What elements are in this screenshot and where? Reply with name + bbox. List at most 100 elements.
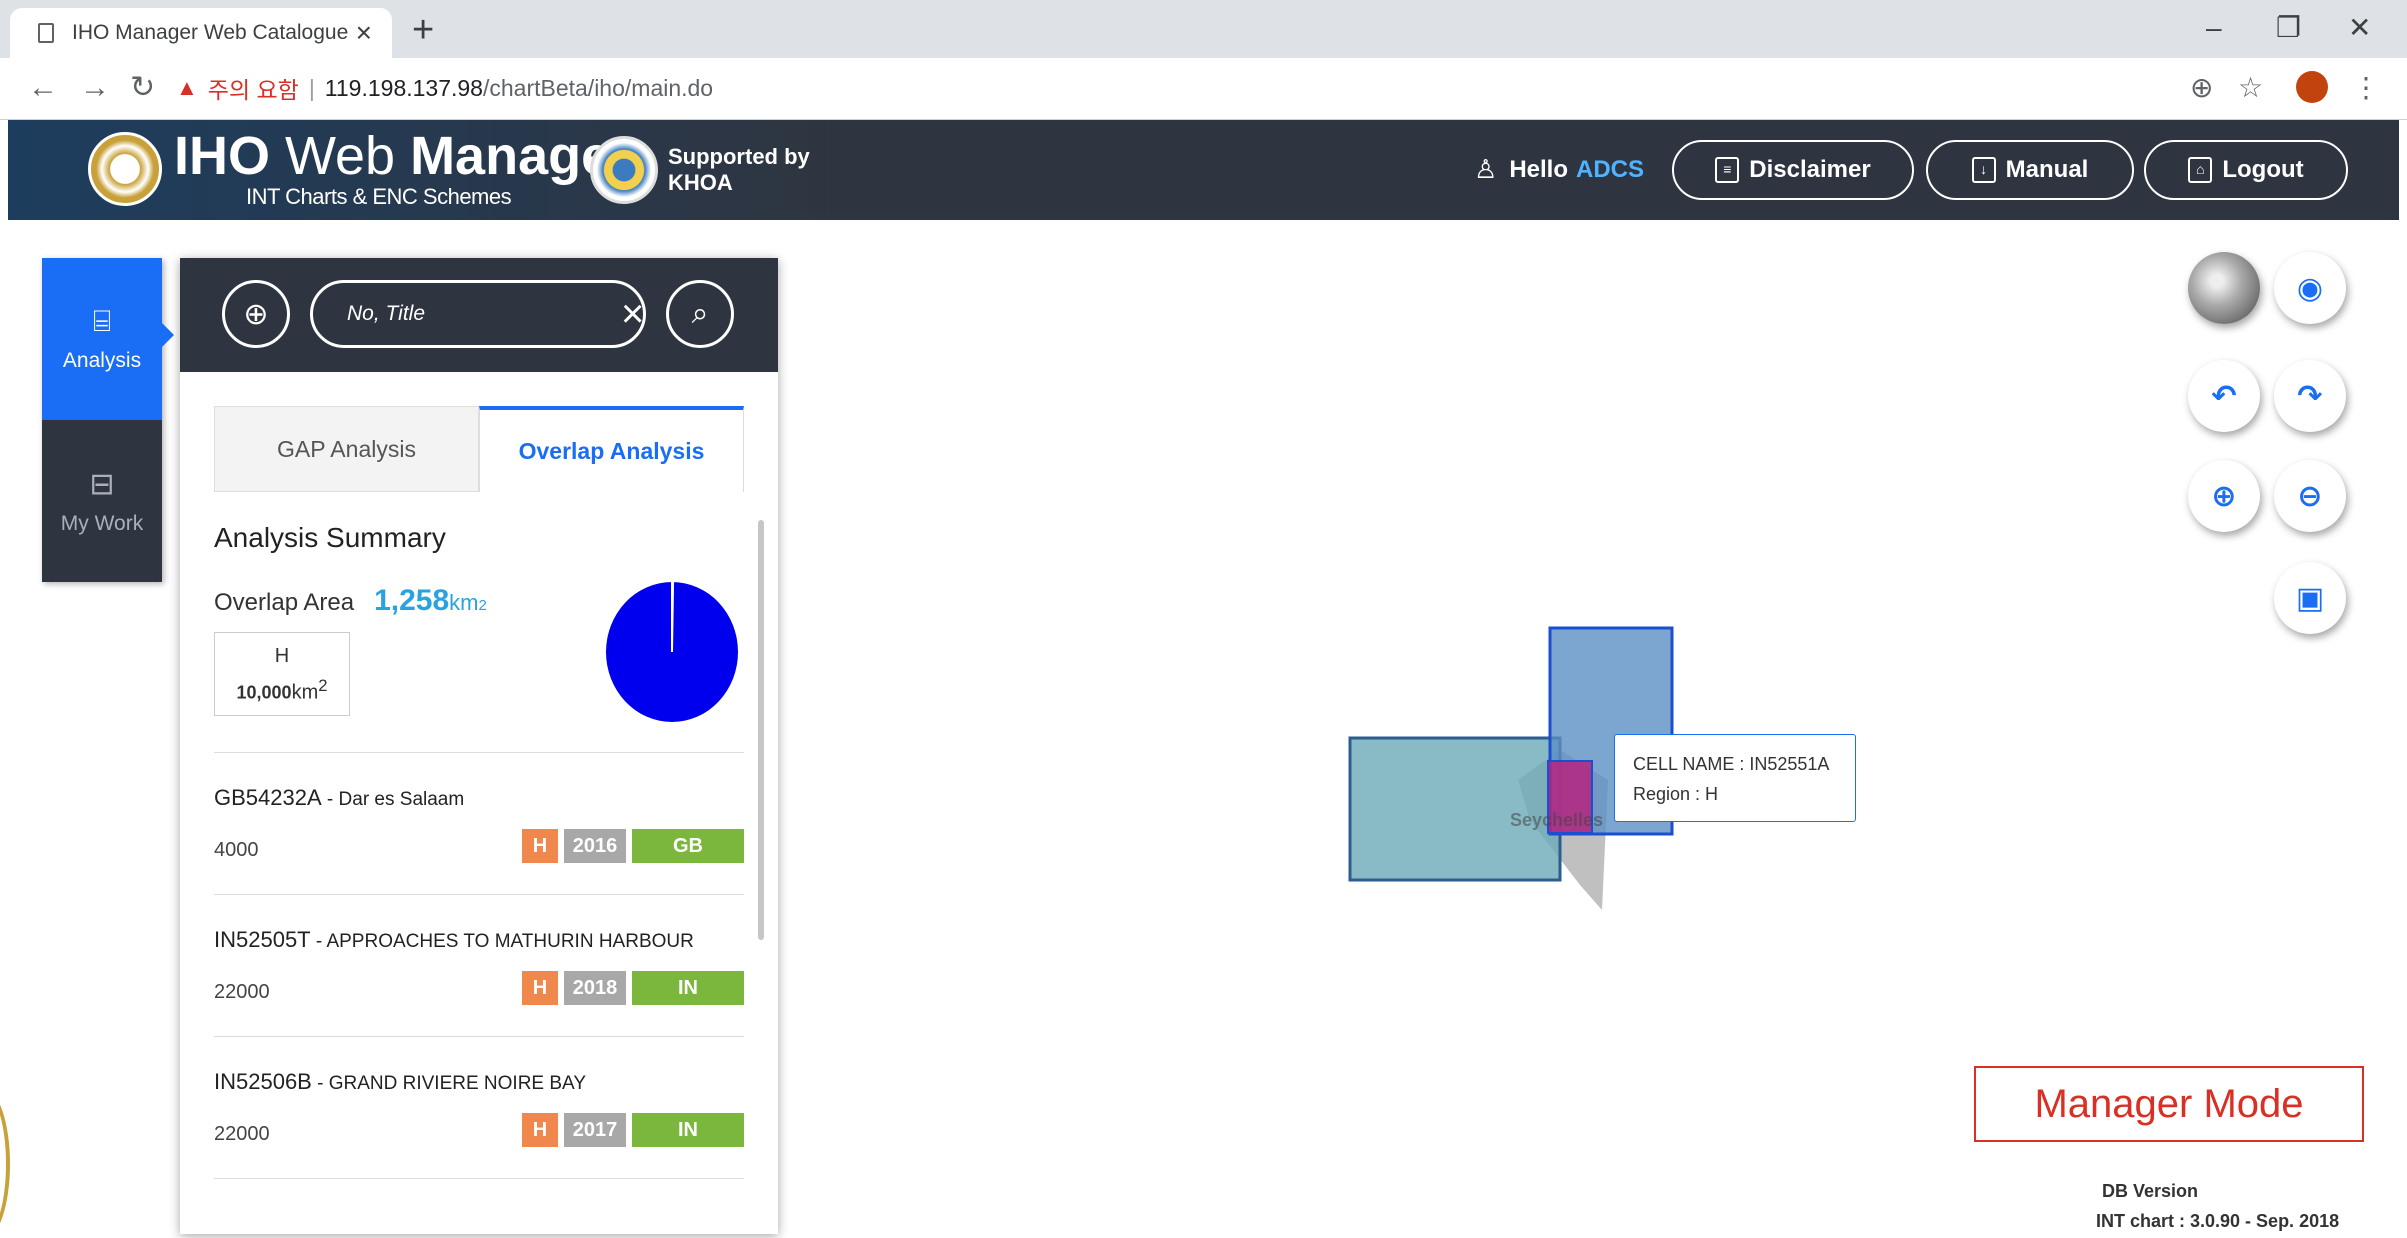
- address-bar[interactable]: ▲ 주의 요함 | 119.198.137.98 /chartBeta/iho/…: [176, 66, 713, 110]
- search-input[interactable]: [347, 302, 621, 326]
- panel-search-bar: ⊕ × ⌕: [180, 258, 778, 372]
- overlap-area-value: 1,258: [374, 584, 450, 617]
- tab-gap-analysis[interactable]: GAP Analysis: [214, 406, 479, 492]
- hello-text: Hello: [1509, 155, 1568, 183]
- disclaimer-label: Disclaimer: [1749, 156, 1871, 183]
- back-icon[interactable]: ←: [28, 68, 58, 108]
- manual-button[interactable]: ↓ Manual: [1926, 140, 2134, 200]
- security-warning[interactable]: 주의 요함: [208, 71, 299, 105]
- new-tab-button[interactable]: +: [412, 10, 434, 50]
- app-header: IHO Web Manager INT Charts & ENC Schemes…: [8, 120, 2399, 220]
- region-badge: H: [522, 829, 558, 863]
- close-icon[interactable]: ×: [356, 19, 372, 47]
- cell-tooltip: CELL NAME : IN52551A Region : H: [1614, 734, 1856, 822]
- active-indicator: [162, 323, 174, 347]
- lock-icon: ⌂: [2188, 157, 2213, 183]
- person-icon: ♙: [1474, 154, 1498, 184]
- logout-label: Logout: [2222, 156, 2304, 183]
- side-nav-my-work[interactable]: ⊟ My Work: [42, 420, 162, 582]
- url-host: 119.198.137.98: [324, 74, 483, 101]
- username: ADCS: [1576, 155, 1645, 183]
- pie-slice-overlap: [671, 580, 675, 653]
- undo-icon[interactable]: ↶: [2188, 360, 2260, 432]
- search-field[interactable]: ×: [310, 280, 646, 348]
- browser-tab[interactable]: IHO Manager Web Catalogue ×: [10, 8, 392, 58]
- cell-polygon-gb[interactable]: [1348, 736, 1562, 882]
- search-icon[interactable]: ⌕: [666, 280, 734, 348]
- side-nav-analysis[interactable]: ⌸ Analysis: [42, 258, 162, 420]
- url-path: /chartBeta/iho/main.do: [482, 74, 714, 101]
- item-code: IN52506B: [214, 1069, 312, 1094]
- year-badge: 2017: [564, 1113, 626, 1147]
- menu-icon[interactable]: ⋮: [2352, 70, 2380, 106]
- supported-by: Supported by KHOA: [668, 144, 810, 196]
- brand-iho: IHO: [174, 126, 271, 186]
- reload-icon[interactable]: ↻: [130, 68, 155, 108]
- profile-avatar[interactable]: [2296, 71, 2328, 103]
- panel-scrollbar[interactable]: [758, 520, 764, 940]
- zoom-in-icon[interactable]: ⊕: [222, 280, 290, 348]
- item-code: GB54232A: [214, 785, 322, 810]
- omnibar: ← → ↻ ▲ 주의 요함 | 119.198.137.98 /chartBet…: [0, 58, 2407, 120]
- list-item[interactable]: GB54232A - Dar es Salaam 4000 H 2016 GB: [214, 752, 744, 894]
- item-desc: - Dar es Salaam: [321, 789, 465, 810]
- chart-list: GB54232A - Dar es Salaam 4000 H 2016 GB …: [214, 752, 744, 1198]
- tooltip-cell-name: CELL NAME : IN52551A: [1633, 754, 1830, 774]
- brand-web: Web: [270, 126, 411, 186]
- side-nav-my-work-label: My Work: [60, 511, 144, 535]
- print-icon[interactable]: ▣: [2274, 562, 2346, 634]
- side-nav: ⌸ Analysis ⊟ My Work: [42, 258, 162, 582]
- region-h-box: H 10,000km2: [214, 632, 350, 716]
- list-item-partial: [214, 1178, 744, 1198]
- restore-icon[interactable]: ❐: [2276, 8, 2301, 48]
- item-code: IN52505T: [214, 927, 311, 952]
- browser-tabstrip: IHO Manager Web Catalogue × + – ❐ ✕: [0, 0, 2407, 58]
- window-close-icon[interactable]: ✕: [2348, 8, 2371, 48]
- overlap-pie-chart: [606, 580, 738, 722]
- brand-logo[interactable]: IHO Web Manager INT Charts & ENC Schemes: [174, 126, 632, 209]
- db-version-title: DB Version: [2102, 1181, 2199, 1201]
- analysis-tabs: GAP Analysis Overlap Analysis: [214, 406, 744, 492]
- disclaimer-icon: ≡: [1715, 157, 1740, 183]
- overlap-area-label: Overlap Area: [214, 589, 355, 616]
- tab-overlap-analysis[interactable]: Overlap Analysis: [479, 406, 744, 492]
- year-badge: 2018: [564, 971, 626, 1005]
- minimize-icon[interactable]: –: [2206, 8, 2222, 48]
- db-version-value: INT chart : 3.0.90 - Sep. 2018: [2096, 1211, 2340, 1231]
- overlap-area-unit: km: [449, 590, 479, 615]
- region-h-label: H: [274, 644, 290, 667]
- khoa-emblem-icon: [590, 136, 658, 204]
- clear-search-icon[interactable]: ×: [621, 294, 644, 334]
- zoom-icon[interactable]: ⊕: [2190, 70, 2213, 106]
- redo-icon[interactable]: ↷: [2274, 360, 2346, 432]
- supported-line2: KHOA: [668, 170, 733, 195]
- tooltip-region: Region : H: [1633, 784, 1719, 804]
- iho-emblem-icon: [88, 132, 162, 206]
- item-scale: 22000: [214, 1123, 270, 1145]
- globe-icon[interactable]: ◉: [2274, 252, 2346, 324]
- list-item[interactable]: IN52505T - APPROACHES TO MATHURIN HARBOU…: [214, 894, 744, 1036]
- analysis-panel: ⊕ × ⌕ GAP Analysis Overlap Analysis Anal…: [180, 258, 778, 1234]
- briefcase-icon: ⊟: [89, 467, 115, 501]
- manual-icon: ↓: [1971, 157, 1996, 183]
- page-icon: [38, 23, 54, 43]
- place-label: Seychelles: [1510, 810, 1604, 830]
- basemap-thumbnail[interactable]: [2188, 252, 2260, 324]
- overlap-area-unit-exp: 2: [478, 597, 487, 614]
- warning-icon: ▲: [176, 75, 198, 100]
- forward-icon[interactable]: →: [80, 68, 110, 108]
- year-badge: 2016: [564, 829, 626, 863]
- minus-icon[interactable]: ⊖: [2274, 460, 2346, 532]
- greeting: ♙ Hello ADCS: [1474, 154, 1644, 185]
- plus-icon[interactable]: ⊕: [2188, 460, 2260, 532]
- manual-label: Manual: [2005, 156, 2089, 183]
- disclaimer-button[interactable]: ≡ Disclaimer: [1672, 140, 1914, 200]
- list-item[interactable]: IN52506B - GRAND RIVIERE NOIRE BAY 22000…: [214, 1036, 744, 1178]
- region-h-unit-exp: 2: [318, 675, 328, 695]
- browser-tab-title: IHO Manager Web Catalogue: [72, 21, 349, 44]
- country-badge: GB: [632, 829, 744, 863]
- analysis-summary-title: Analysis Summary: [214, 522, 446, 553]
- star-icon[interactable]: ☆: [2238, 70, 2263, 106]
- logout-button[interactable]: ⌂ Logout: [2144, 140, 2348, 200]
- supported-line1: Supported by: [668, 144, 810, 169]
